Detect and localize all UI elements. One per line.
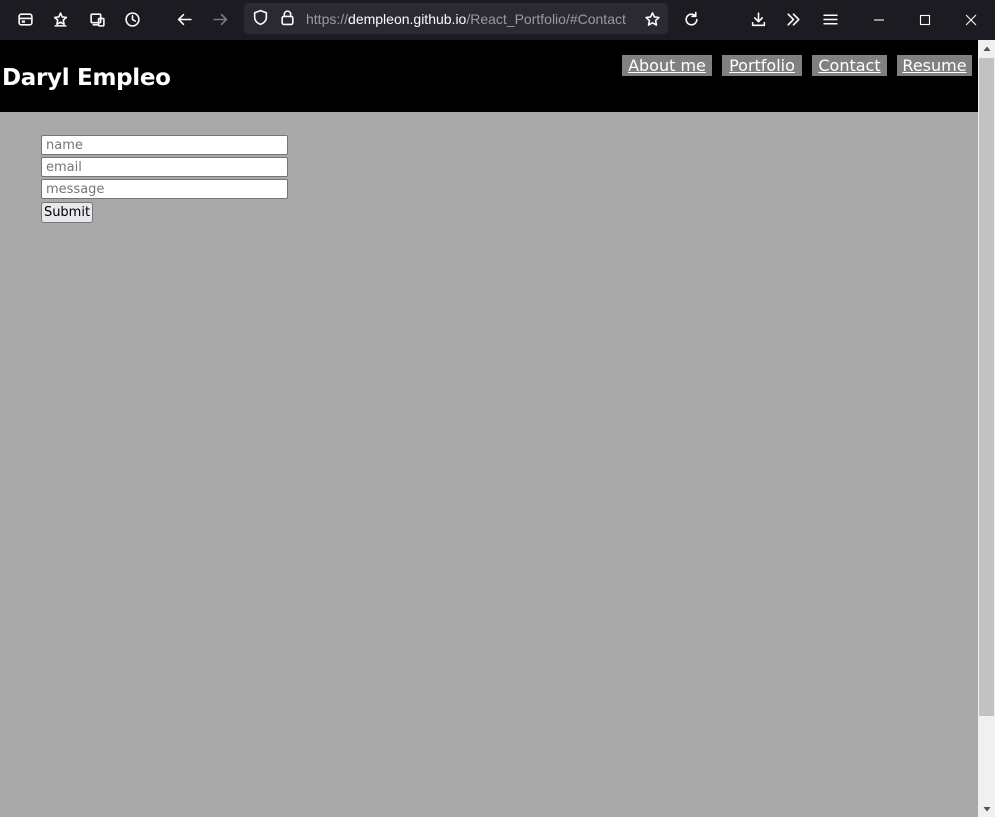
close-icon[interactable] [948,0,994,40]
submit-button[interactable]: Submit [41,202,93,223]
page-scrollbar[interactable] [978,40,995,817]
nav-link-contact[interactable]: Contact [812,55,887,76]
url-bar[interactable]: https://dempleon.github.io/React_Portfol… [244,3,668,34]
name-input[interactable] [41,135,288,155]
lock-icon[interactable] [279,9,297,27]
email-input[interactable] [41,157,288,177]
site-title: Daryl Empleo [2,65,171,91]
site-header: Daryl Empleo About me Portfolio Contact … [0,40,978,112]
page-viewport: Daryl Empleo About me Portfolio Contact … [0,40,978,817]
url-path: /React_Portfolio/#Contact [466,11,626,27]
overflow-icon[interactable] [776,3,810,35]
url-scheme: https:// [306,11,349,27]
maximize-icon[interactable] [902,0,948,40]
history-icon[interactable] [115,3,149,35]
menu-icon[interactable] [813,3,847,35]
downloads-icon[interactable] [741,3,775,35]
scroll-up-icon[interactable] [978,40,995,57]
scroll-down-icon[interactable] [978,800,995,817]
scrollbar-thumb[interactable] [979,58,994,716]
minimize-icon[interactable] [856,0,902,40]
url-text[interactable]: https://dempleon.github.io/React_Portfol… [306,11,626,27]
nav-link-about-me[interactable]: About me [622,55,712,76]
reload-icon[interactable] [674,3,708,35]
browser-toolbar: https://dempleon.github.io/React_Portfol… [0,0,995,40]
shield-icon[interactable] [252,9,270,27]
url-host: dempleon.github.io [348,11,467,27]
nav-link-resume[interactable]: Resume [897,55,972,76]
bookmarks-icon[interactable] [43,3,77,35]
bookmark-star-icon[interactable] [635,3,669,35]
nav-link-portfolio[interactable]: Portfolio [722,55,802,76]
message-input[interactable] [41,179,288,199]
back-icon[interactable] [167,3,201,35]
synced-tabs-icon[interactable] [80,3,114,35]
forward-icon[interactable] [203,3,237,35]
firefox-view-icon[interactable] [8,3,42,35]
